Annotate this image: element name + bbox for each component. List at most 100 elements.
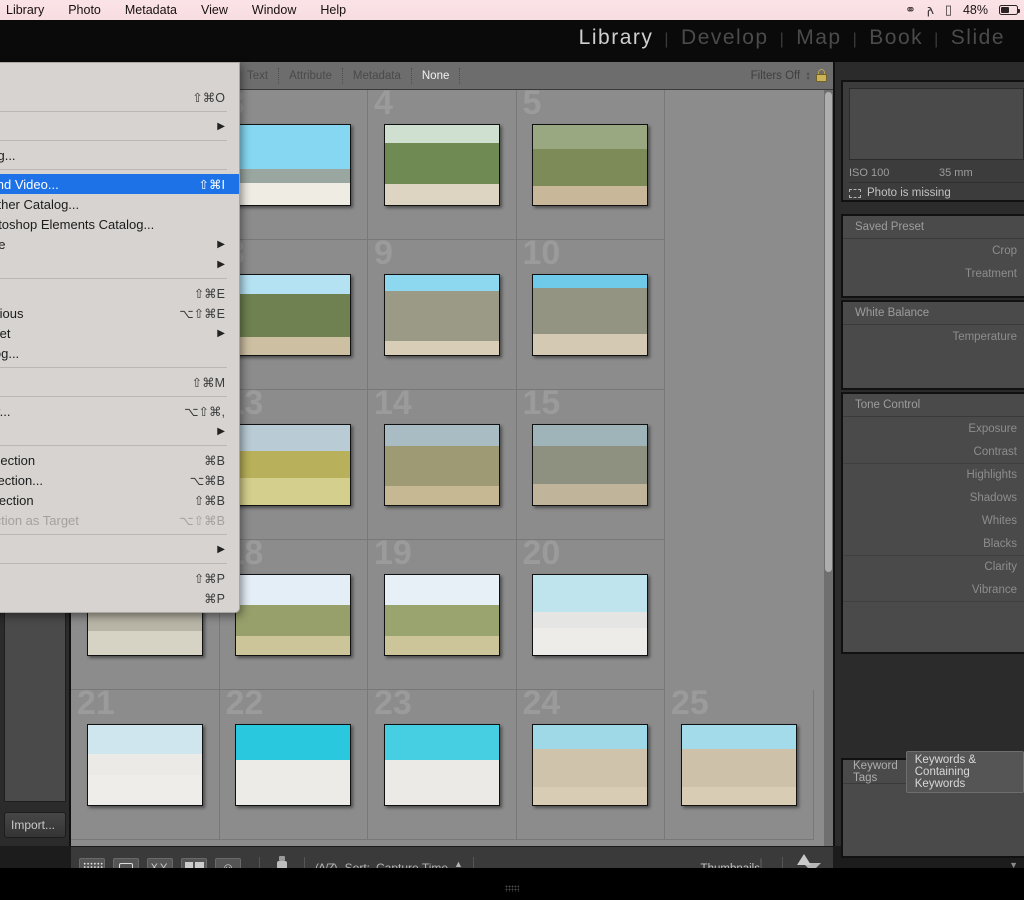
menu-item-library-filters[interactable]: Library Filters▶ [0, 539, 239, 559]
menubar-item-5[interactable]: Help [308, 0, 358, 20]
tab-keyword-tags[interactable]: Keyword Tags [853, 760, 898, 784]
grid-cell[interactable]: 23 [368, 690, 517, 840]
menu-item-optimize-catalog[interactable]: Optimize Catalog... [0, 145, 239, 165]
battery-icon[interactable] [999, 5, 1018, 15]
filters-state-label[interactable]: Filters Off [751, 70, 801, 82]
filter-tab-metadata[interactable]: Metadata [342, 68, 411, 84]
module-develop[interactable]: Develop [670, 26, 780, 50]
tone-row-shadows[interactable]: Shadows [843, 486, 1024, 509]
tone-row-vibrance[interactable]: Vibrance [843, 578, 1024, 601]
airplay-icon[interactable]: ▯ [945, 0, 952, 20]
grid-cell[interactable]: 22 [220, 690, 369, 840]
filter-tab-attribute[interactable]: Attribute [278, 68, 342, 84]
menu-item-export-with-previous[interactable]: Export with Previous⌥⇧⌘E [0, 303, 239, 323]
import-button[interactable]: Import... [4, 812, 66, 838]
menubar-item-3[interactable]: View [189, 0, 240, 20]
menu-item-import-from-another-catalog[interactable]: Import from Another Catalog... [0, 194, 239, 214]
menubar-item-2[interactable]: Metadata [113, 0, 189, 20]
wb-row-blank-1[interactable] [843, 348, 1024, 371]
photo-missing-status[interactable]: Photo is missing [849, 184, 1024, 202]
photo-thumbnail[interactable] [384, 574, 500, 656]
module-book[interactable]: Book [858, 26, 934, 50]
grid-cell[interactable]: 20 [517, 540, 666, 690]
window-resize-grabber[interactable] [505, 885, 519, 892]
photo-thumbnail[interactable] [532, 274, 648, 356]
scrollbar-thumb[interactable] [825, 92, 832, 572]
tone-control-header[interactable]: Tone Control [843, 394, 1024, 417]
tone-row-exposure[interactable]: Exposure [843, 417, 1024, 440]
bluetooth-icon[interactable]: 𐌰 [927, 0, 934, 20]
menu-item-save-quick-collection[interactable]: Save Quick Collection...⌥⌘B [0, 470, 239, 490]
grid-cell[interactable]: 5 [517, 90, 666, 240]
preset-row-crop[interactable]: Crop [843, 239, 1024, 262]
photo-thumbnail[interactable] [384, 274, 500, 356]
tone-row-whites[interactable]: Whites [843, 509, 1024, 532]
photo-thumbnail[interactable] [235, 124, 351, 206]
grid-cell[interactable]: 14 [368, 390, 517, 540]
grid-scrollbar[interactable] [824, 90, 833, 846]
grid-cell[interactable]: 19 [368, 540, 517, 690]
photo-thumbnail[interactable] [235, 574, 351, 656]
tone-row-blacks[interactable]: Blacks [843, 532, 1024, 555]
tone-row-highlights[interactable]: Highlights [843, 463, 1024, 486]
grid-cell[interactable]: 24 [517, 690, 666, 840]
menu-item-export[interactable]: Export...⇧⌘E [0, 283, 239, 303]
menu-item-open-catalog[interactable]: Open Catalog...⇧⌘O [0, 87, 239, 107]
wb-row-temperature[interactable]: Temperature [843, 325, 1024, 348]
menu-item-email-photo[interactable]: Email Photo...⇧⌘M [0, 372, 239, 392]
photo-thumbnail[interactable] [532, 724, 648, 806]
grid-cell[interactable]: 21 [71, 690, 220, 840]
module-slideshow[interactable]: Slide [940, 26, 1016, 50]
keyword-list[interactable] [843, 784, 1024, 854]
menu-item-import-from-pse-catalog[interactable]: Import from Photoshop Elements Catalog..… [0, 214, 239, 234]
menu-item-page-setup[interactable]: Page Setup...⇧⌘P [0, 568, 239, 588]
filters-stepper-icon[interactable]: ↕ [805, 70, 811, 82]
creative-cloud-icon[interactable]: ⚭ [905, 0, 916, 20]
photo-thumbnail[interactable] [384, 424, 500, 506]
preset-row-treatment[interactable]: Treatment [843, 262, 1024, 285]
photo-thumbnail[interactable] [384, 724, 500, 806]
menu-item-tethered-capture[interactable]: Tethered Capture▶ [0, 234, 239, 254]
menu-item-clear-quick-collection[interactable]: Clear Quick Collection⇧⌘B [0, 490, 239, 510]
tone-row-clarity[interactable]: Clarity [843, 555, 1024, 578]
menubar-item-0[interactable]: Library [0, 0, 56, 20]
grid-cell[interactable]: 3 [220, 90, 369, 240]
photo-thumbnail[interactable] [235, 724, 351, 806]
photo-thumbnail[interactable] [532, 424, 648, 506]
tone-row-contrast[interactable]: Contrast [843, 440, 1024, 463]
grid-cell[interactable]: 10 [517, 240, 666, 390]
menu-item-print[interactable]: Print...⌘P [0, 588, 239, 608]
menu-item-show-quick-collection[interactable]: Show Quick Collection⌘B [0, 450, 239, 470]
grid-cell[interactable]: 8 [220, 240, 369, 390]
module-map[interactable]: Map [785, 26, 852, 50]
grid-cell[interactable]: 13 [220, 390, 369, 540]
menubar-item-4[interactable]: Window [240, 0, 308, 20]
grid-cell[interactable]: 15 [517, 390, 666, 540]
file-menu-dropdown[interactable]: New Catalog... Open Catalog...⇧⌘O Open R… [0, 62, 240, 613]
white-balance-header[interactable]: White Balance [843, 302, 1024, 325]
slider-knob[interactable] [797, 854, 811, 865]
photo-thumbnail[interactable] [532, 124, 648, 206]
photo-thumbnail[interactable] [235, 274, 351, 356]
filter-tab-none[interactable]: None [411, 68, 461, 84]
menubar-item-1[interactable]: Photo [56, 0, 113, 20]
wb-row-blank-2[interactable] [843, 371, 1024, 394]
tab-keywords-containing[interactable]: Keywords & Containing Keywords [906, 751, 1024, 793]
photo-thumbnail[interactable] [681, 724, 797, 806]
grid-cell[interactable]: 9 [368, 240, 517, 390]
photo-thumbnail[interactable] [384, 124, 500, 206]
grid-cell[interactable]: 25 [665, 690, 814, 840]
photo-thumbnail[interactable] [235, 424, 351, 506]
menu-item-export-with-preset[interactable]: Export with Preset▶ [0, 323, 239, 343]
tone-row-blank[interactable] [843, 601, 1024, 624]
photo-thumbnail[interactable] [87, 724, 203, 806]
menu-item-auto-import[interactable]: Auto Import▶ [0, 254, 239, 274]
menu-item-plugin-extras[interactable]: Plug-in Extras▶ [0, 421, 239, 441]
photo-thumbnail[interactable] [532, 574, 648, 656]
saved-preset-header[interactable]: Saved Preset [843, 216, 1024, 239]
menu-item-export-as-catalog[interactable]: Export as Catalog... [0, 343, 239, 363]
lock-icon[interactable] [816, 69, 827, 82]
menu-item-open-recent[interactable]: Open Recent▶ [0, 116, 239, 136]
menu-item-plugin-manager[interactable]: Plug-in Manager...⌥⇧⌘, [0, 401, 239, 421]
menu-item-import-photos-and-video[interactable]: Import Photos and Video...⇧⌘I [0, 174, 239, 194]
